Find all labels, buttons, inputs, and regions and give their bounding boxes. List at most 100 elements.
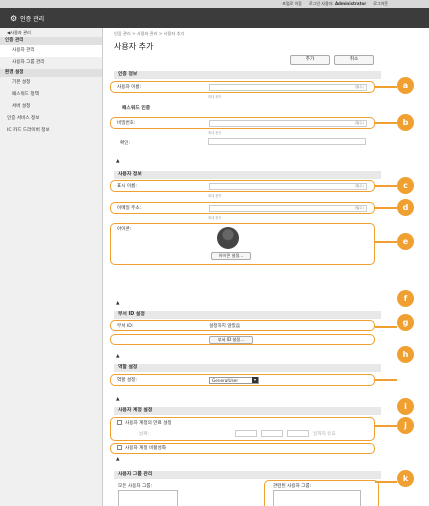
assigned-groups-row: 관련된 사용자 그룹: bbox=[264, 480, 379, 506]
callout-line bbox=[375, 379, 397, 381]
email-label: 이메일 주소: bbox=[117, 206, 142, 211]
callout-line bbox=[375, 241, 397, 243]
password-row: 비밀번호: (필수) bbox=[110, 117, 375, 129]
sidebar-item-auth-service-info[interactable]: 인증 서비스 정보 bbox=[0, 113, 102, 125]
callout-line bbox=[375, 207, 397, 209]
dept-value: 설정하지 않았음 bbox=[209, 324, 241, 329]
cancel-button[interactable]: 취소 bbox=[334, 55, 374, 65]
email-row: 이메일 주소: (필수) bbox=[110, 202, 375, 214]
expiry-checkbox-label[interactable]: 사용자 계정의 만료 설정 bbox=[117, 420, 172, 426]
sidebar-item-ic-card-info[interactable]: IC 카드 드라이버 정보 bbox=[0, 125, 102, 137]
callout-b-badge: b bbox=[397, 114, 414, 131]
dept-label: 부서 ID: bbox=[117, 324, 134, 329]
disable-checkbox[interactable] bbox=[117, 445, 122, 450]
callout-line bbox=[375, 185, 397, 187]
callout-i-badge: i bbox=[397, 398, 414, 415]
sidebar-item-user-group[interactable]: 사용자 그룹 관리 bbox=[0, 57, 102, 69]
callout-line bbox=[375, 425, 397, 427]
icon-row: 아이콘: 아이콘 설정... bbox=[110, 223, 375, 265]
password-input[interactable]: (필수) bbox=[209, 120, 367, 127]
gear-icon: ⚙ bbox=[10, 13, 18, 23]
auth-section-header: 인증 정보 bbox=[114, 71, 381, 79]
page-title: 사용자 추가 bbox=[114, 42, 154, 51]
icon-settings-button[interactable]: 아이콘 설정... bbox=[211, 252, 251, 260]
callout-d-badge: d bbox=[397, 199, 414, 216]
callout-c-badge: c bbox=[397, 177, 414, 194]
account-header: 사용자 계정 설정 bbox=[114, 407, 381, 415]
callout-a-badge: a bbox=[397, 77, 414, 94]
username-input[interactable]: (필수) bbox=[209, 84, 367, 91]
password-subheader: 패스워드 인증 bbox=[122, 106, 151, 111]
dept-section: 부서 ID 설정 bbox=[114, 311, 381, 351]
confirm-input[interactable] bbox=[208, 138, 366, 145]
user-info-header: 사용자 정보 bbox=[114, 171, 381, 179]
assigned-groups-list[interactable] bbox=[273, 490, 361, 506]
logout-link[interactable]: 로그아웃 bbox=[373, 1, 388, 7]
icon-label: 아이콘: bbox=[117, 227, 132, 232]
disable-checkbox-label[interactable]: 사용자 계정 비활성화 bbox=[117, 445, 166, 451]
collapse-icon[interactable]: ▲ bbox=[116, 457, 120, 462]
display-name-input[interactable]: (필수) bbox=[209, 183, 367, 190]
disable-row: 사용자 계정 비활성화 bbox=[110, 443, 375, 454]
group-header: 사용자 그룹 관리 bbox=[114, 471, 381, 479]
sidebar: ◀사용자 관리 인증 관리 사용자 관리 사용자 그룹 관리 환경 설정 기본 … bbox=[0, 28, 103, 506]
main-content: 인증 관리 > 사용자 관리 > 사용자 추가 사용자 추가 추가 취소 인증 … bbox=[104, 28, 391, 506]
date-label: 날짜: bbox=[139, 432, 150, 437]
callout-line bbox=[375, 122, 397, 124]
add-button[interactable]: 추가 bbox=[290, 55, 330, 65]
callout-h-badge: h bbox=[397, 346, 414, 363]
role-row: 역할 설정: GeneralUser bbox=[110, 374, 375, 386]
login-user-label: 로그인 사용자: Administrator bbox=[308, 1, 367, 6]
sidebar-back-link[interactable]: ◀사용자 관리 bbox=[0, 28, 102, 37]
callout-j-badge: j bbox=[397, 417, 414, 434]
username-label: 사용자 이름: bbox=[117, 85, 142, 90]
date-day-input[interactable] bbox=[287, 430, 309, 437]
expiry-row: 사용자 계정의 만료 설정 날짜: 일까지 유효 bbox=[110, 417, 375, 441]
assigned-groups-label: 관련된 사용자 그룹: bbox=[273, 484, 312, 489]
dept-header: 부서 ID 설정 bbox=[114, 311, 381, 319]
callout-line bbox=[375, 481, 397, 483]
sidebar-section-settings: 환경 설정 bbox=[0, 69, 102, 77]
app-header: ⚙ 인증 관리 bbox=[0, 8, 429, 28]
callout-g-badge: g bbox=[397, 314, 414, 331]
top-bar: 포털로 이동 로그인 사용자: Administrator 로그아웃 bbox=[0, 0, 429, 8]
all-groups-label: 모든 사용자 그룹: bbox=[118, 484, 153, 489]
app-title: 인증 관리 bbox=[20, 15, 45, 23]
username-size-hint: 최대 문자 bbox=[208, 95, 222, 99]
role-header: 역할 설정 bbox=[114, 364, 381, 372]
password-size-hint: 최대 문자 bbox=[208, 131, 222, 135]
dept-row: 부서 ID: 설정하지 않았음 bbox=[110, 320, 375, 331]
dept-settings-button[interactable]: 부서 ID 설정... bbox=[209, 336, 253, 344]
collapse-icon[interactable]: ▲ bbox=[116, 397, 120, 402]
date-year-input[interactable] bbox=[235, 430, 257, 437]
avatar bbox=[217, 227, 239, 249]
display-name-row: 표시 이름: (필수) bbox=[110, 180, 375, 192]
callout-line bbox=[375, 86, 397, 88]
display-name-label: 표시 이름: bbox=[117, 184, 137, 189]
role-label: 역할 설정: bbox=[117, 378, 137, 383]
callout-line bbox=[375, 326, 397, 328]
callout-e-badge: e bbox=[397, 233, 414, 250]
date-suffix: 일까지 유효 bbox=[313, 432, 336, 437]
all-groups-list[interactable] bbox=[118, 490, 178, 506]
sidebar-item-password-policy[interactable]: 패스워드 정책 bbox=[0, 89, 102, 101]
email-size-hint: 최대 문자 bbox=[208, 216, 222, 220]
sidebar-item-user-management[interactable]: 사용자 관리 bbox=[0, 45, 102, 57]
sidebar-item-server-settings[interactable]: 서버 설정 bbox=[0, 101, 102, 113]
display-name-size-hint: 최대 문자 bbox=[208, 194, 222, 198]
sidebar-section-auth: 인증 관리 bbox=[0, 37, 102, 45]
role-select[interactable]: GeneralUser bbox=[209, 377, 259, 384]
sidebar-item-basic-settings[interactable]: 기본 설정 bbox=[0, 77, 102, 89]
collapse-icon[interactable]: ▲ bbox=[116, 159, 120, 164]
breadcrumb: 인증 관리 > 사용자 관리 > 사용자 추가 bbox=[114, 31, 185, 36]
expiry-checkbox[interactable] bbox=[117, 420, 122, 425]
date-month-input[interactable] bbox=[261, 430, 283, 437]
password-label: 비밀번호: bbox=[117, 121, 136, 126]
email-input[interactable]: (필수) bbox=[209, 205, 367, 212]
confirm-label: 확인: bbox=[120, 141, 131, 146]
callout-k-badge: k bbox=[397, 470, 414, 487]
collapse-icon[interactable]: ▲ bbox=[116, 301, 120, 306]
dept-button-row: 부서 ID 설정... bbox=[110, 334, 375, 345]
portal-link[interactable]: 포털로 이동 bbox=[282, 1, 302, 7]
collapse-icon[interactable]: ▲ bbox=[116, 354, 120, 359]
